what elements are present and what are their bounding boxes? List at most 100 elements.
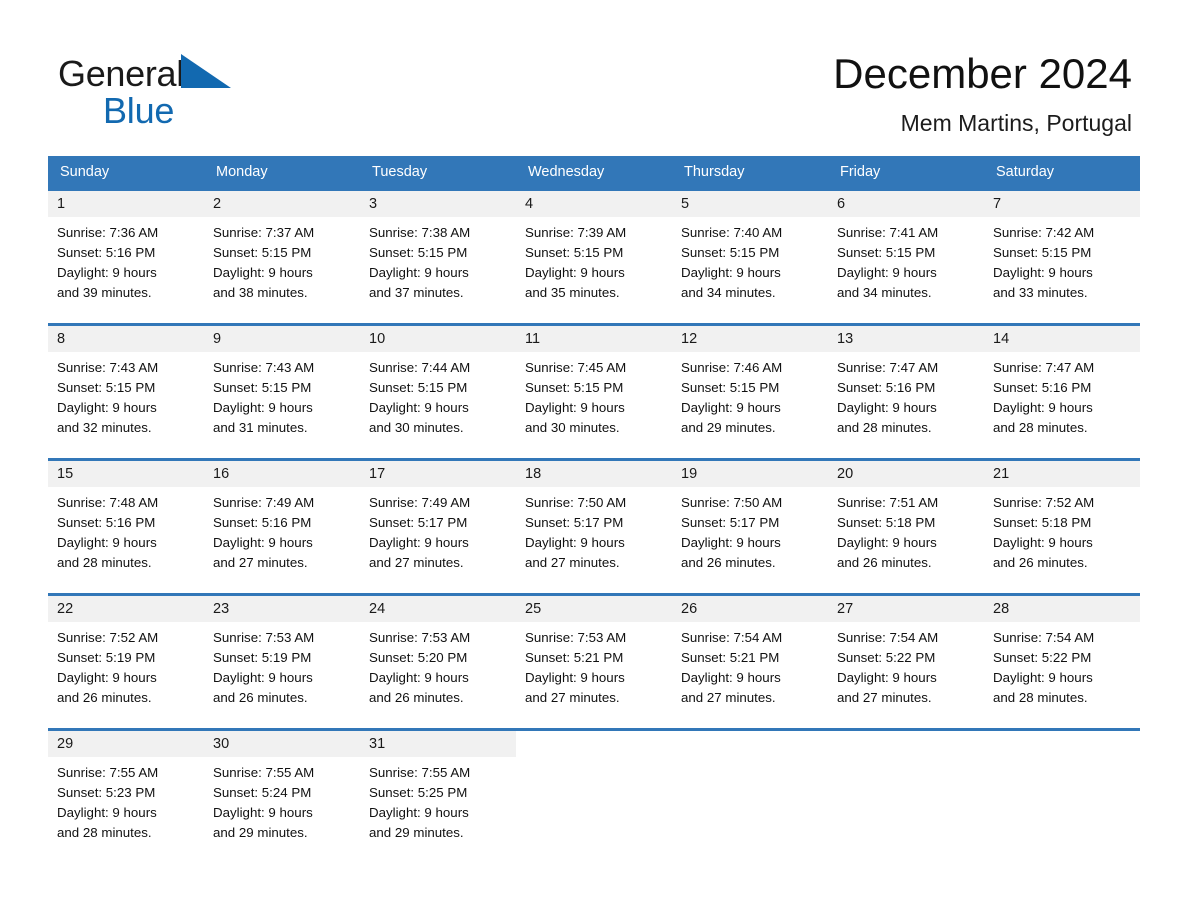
day-cell[interactable]: 12 Sunrise: 7:46 AM Sunset: 5:15 PM Dayl… (672, 326, 828, 458)
sunset-text: Sunset: 5:15 PM (681, 245, 780, 260)
day-cell[interactable]: 4 Sunrise: 7:39 AM Sunset: 5:15 PM Dayli… (516, 191, 672, 323)
day-details: Sunrise: 7:46 AM Sunset: 5:15 PM Dayligh… (672, 352, 828, 438)
day-details: Sunrise: 7:38 AM Sunset: 5:15 PM Dayligh… (360, 217, 516, 303)
daylight-text-line1: Daylight: 9 hours (369, 400, 469, 415)
sunset-text: Sunset: 5:22 PM (993, 650, 1092, 665)
daylight-text-line2: and 35 minutes. (525, 285, 620, 300)
day-cell[interactable]: 8 Sunrise: 7:43 AM Sunset: 5:15 PM Dayli… (48, 326, 204, 458)
day-cell[interactable]: 31 Sunrise: 7:55 AM Sunset: 5:25 PM Dayl… (360, 731, 516, 854)
day-number-band: 7 (984, 191, 1140, 217)
day-cell[interactable]: 26 Sunrise: 7:54 AM Sunset: 5:21 PM Dayl… (672, 596, 828, 728)
sunset-text: Sunset: 5:17 PM (681, 515, 780, 530)
day-cell[interactable]: 9 Sunrise: 7:43 AM Sunset: 5:15 PM Dayli… (204, 326, 360, 458)
sunset-text: Sunset: 5:15 PM (525, 245, 624, 260)
day-cell[interactable]: 29 Sunrise: 7:55 AM Sunset: 5:23 PM Dayl… (48, 731, 204, 854)
logo-line-general: General (58, 52, 388, 96)
day-details: Sunrise: 7:54 AM Sunset: 5:22 PM Dayligh… (984, 622, 1140, 708)
day-cell[interactable]: 3 Sunrise: 7:38 AM Sunset: 5:15 PM Dayli… (360, 191, 516, 323)
daylight-text-line2: and 26 minutes. (213, 690, 308, 705)
sunrise-text: Sunrise: 7:50 AM (525, 495, 627, 510)
day-number-band: 8 (48, 326, 204, 352)
day-cell[interactable]: 23 Sunrise: 7:53 AM Sunset: 5:19 PM Dayl… (204, 596, 360, 728)
day-number: 25 (525, 601, 542, 617)
week-row: 1 Sunrise: 7:36 AM Sunset: 5:16 PM Dayli… (48, 188, 1140, 323)
day-details: Sunrise: 7:53 AM Sunset: 5:20 PM Dayligh… (360, 622, 516, 708)
sunrise-text: Sunrise: 7:41 AM (837, 225, 939, 240)
day-cell[interactable]: 16 Sunrise: 7:49 AM Sunset: 5:16 PM Dayl… (204, 461, 360, 593)
day-number: 21 (993, 466, 1010, 482)
sunrise-text: Sunrise: 7:53 AM (525, 630, 627, 645)
daylight-text-line2: and 30 minutes. (525, 420, 620, 435)
day-number: 5 (681, 196, 690, 212)
sunrise-text: Sunrise: 7:47 AM (837, 360, 939, 375)
day-cell[interactable]: 5 Sunrise: 7:40 AM Sunset: 5:15 PM Dayli… (672, 191, 828, 323)
day-number-band: 28 (984, 596, 1140, 622)
day-number-band: 26 (672, 596, 828, 622)
day-cell[interactable]: 27 Sunrise: 7:54 AM Sunset: 5:22 PM Dayl… (828, 596, 984, 728)
generalblue-logo[interactable]: General Blue (58, 52, 388, 132)
day-number: 27 (837, 601, 854, 617)
day-number: 26 (681, 601, 698, 617)
daylight-text-line2: and 27 minutes. (837, 690, 932, 705)
daylight-text-line1: Daylight: 9 hours (525, 400, 625, 415)
sunset-text: Sunset: 5:25 PM (369, 785, 468, 800)
sunset-text: Sunset: 5:19 PM (57, 650, 156, 665)
day-cell[interactable]: 21 Sunrise: 7:52 AM Sunset: 5:18 PM Dayl… (984, 461, 1140, 593)
sunset-text: Sunset: 5:19 PM (213, 650, 312, 665)
day-cell[interactable]: 7 Sunrise: 7:42 AM Sunset: 5:15 PM Dayli… (984, 191, 1140, 323)
day-number-band (516, 731, 672, 757)
sunset-text: Sunset: 5:24 PM (213, 785, 312, 800)
day-cell[interactable]: 20 Sunrise: 7:51 AM Sunset: 5:18 PM Dayl… (828, 461, 984, 593)
day-number: 18 (525, 466, 542, 482)
sunset-text: Sunset: 5:20 PM (369, 650, 468, 665)
sunset-text: Sunset: 5:16 PM (57, 515, 156, 530)
day-details: Sunrise: 7:39 AM Sunset: 5:15 PM Dayligh… (516, 217, 672, 303)
day-cell[interactable]: 18 Sunrise: 7:50 AM Sunset: 5:17 PM Dayl… (516, 461, 672, 593)
daylight-text-line2: and 27 minutes. (525, 690, 620, 705)
day-number: 4 (525, 196, 534, 212)
day-cell[interactable]: 28 Sunrise: 7:54 AM Sunset: 5:22 PM Dayl… (984, 596, 1140, 728)
day-number: 9 (213, 331, 222, 347)
day-number-band: 15 (48, 461, 204, 487)
sunrise-text: Sunrise: 7:55 AM (213, 765, 315, 780)
day-cell[interactable]: 10 Sunrise: 7:44 AM Sunset: 5:15 PM Dayl… (360, 326, 516, 458)
day-cell[interactable]: 2 Sunrise: 7:37 AM Sunset: 5:15 PM Dayli… (204, 191, 360, 323)
daylight-text-line1: Daylight: 9 hours (525, 265, 625, 280)
daylight-text-line1: Daylight: 9 hours (369, 265, 469, 280)
sunset-text: Sunset: 5:15 PM (525, 380, 624, 395)
sunrise-text: Sunrise: 7:53 AM (213, 630, 315, 645)
day-details: Sunrise: 7:55 AM Sunset: 5:24 PM Dayligh… (204, 757, 360, 843)
sunrise-text: Sunrise: 7:43 AM (213, 360, 315, 375)
weekday-header-wednesday: Wednesday (528, 164, 605, 180)
sunrise-text: Sunrise: 7:55 AM (57, 765, 159, 780)
sunset-text: Sunset: 5:16 PM (837, 380, 936, 395)
sunset-text: Sunset: 5:21 PM (525, 650, 624, 665)
week-row: 22 Sunrise: 7:52 AM Sunset: 5:19 PM Dayl… (48, 593, 1140, 728)
day-cell[interactable]: 25 Sunrise: 7:53 AM Sunset: 5:21 PM Dayl… (516, 596, 672, 728)
day-cell[interactable]: 1 Sunrise: 7:36 AM Sunset: 5:16 PM Dayli… (48, 191, 204, 323)
sunset-text: Sunset: 5:17 PM (369, 515, 468, 530)
sunrise-text: Sunrise: 7:55 AM (369, 765, 471, 780)
day-cell[interactable]: 13 Sunrise: 7:47 AM Sunset: 5:16 PM Dayl… (828, 326, 984, 458)
daylight-text-line2: and 27 minutes. (369, 555, 464, 570)
daylight-text-line2: and 32 minutes. (57, 420, 152, 435)
day-number-band: 19 (672, 461, 828, 487)
day-cell[interactable]: 11 Sunrise: 7:45 AM Sunset: 5:15 PM Dayl… (516, 326, 672, 458)
sunrise-text: Sunrise: 7:47 AM (993, 360, 1095, 375)
daylight-text-line1: Daylight: 9 hours (837, 535, 937, 550)
day-number: 3 (369, 196, 378, 212)
day-number-band: 17 (360, 461, 516, 487)
day-cell[interactable]: 30 Sunrise: 7:55 AM Sunset: 5:24 PM Dayl… (204, 731, 360, 854)
day-cell[interactable]: 19 Sunrise: 7:50 AM Sunset: 5:17 PM Dayl… (672, 461, 828, 593)
day-cell-empty (672, 731, 828, 854)
day-cell[interactable]: 14 Sunrise: 7:47 AM Sunset: 5:16 PM Dayl… (984, 326, 1140, 458)
day-cell[interactable]: 15 Sunrise: 7:48 AM Sunset: 5:16 PM Dayl… (48, 461, 204, 593)
day-cell[interactable]: 6 Sunrise: 7:41 AM Sunset: 5:15 PM Dayli… (828, 191, 984, 323)
sunrise-text: Sunrise: 7:52 AM (993, 495, 1095, 510)
day-number: 8 (57, 331, 66, 347)
day-cell[interactable]: 22 Sunrise: 7:52 AM Sunset: 5:19 PM Dayl… (48, 596, 204, 728)
day-cell[interactable]: 24 Sunrise: 7:53 AM Sunset: 5:20 PM Dayl… (360, 596, 516, 728)
sunrise-text: Sunrise: 7:54 AM (993, 630, 1095, 645)
day-cell[interactable]: 17 Sunrise: 7:49 AM Sunset: 5:17 PM Dayl… (360, 461, 516, 593)
weekday-header-monday: Monday (216, 164, 268, 180)
